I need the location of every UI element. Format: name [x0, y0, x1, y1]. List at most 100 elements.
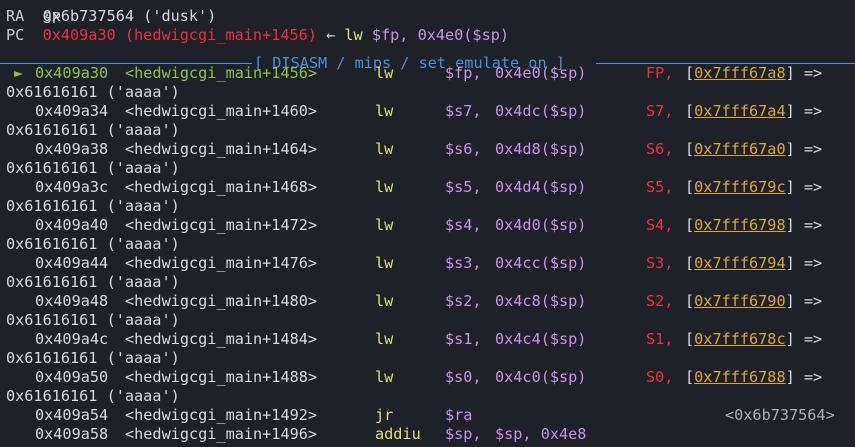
register-pc: PC 0x409a30 (hedwigcgi_main+1456) ← lw $… — [6, 26, 509, 45]
disasm-row: 0x409a3c <hedwigcgi_main+1468> lw $s5, 0x4d4… — [0, 178, 855, 197]
pointer-bracket-open: [ — [685, 140, 695, 158]
instr-mnemonic: lw — [375, 140, 394, 158]
instr-address: 0x409a30 — [35, 64, 109, 82]
deref-arrow: => — [803, 254, 823, 272]
instr-operand-reg: $s5, — [445, 178, 482, 196]
disasm-row: 0x409a54 <hedwigcgi_main+1492> jr $ra <0x6b7… — [0, 406, 855, 425]
emulated-pointer-wrap: [0x7fff67a0] => — [685, 140, 822, 159]
instr-address: 0x409a50 — [35, 368, 109, 386]
pointer-bracket-close: ] — [785, 216, 804, 234]
instr-mnemonic: lw — [375, 102, 394, 120]
instr-address: 0x409a44 — [35, 254, 109, 272]
pointer-bracket-close: ] — [785, 368, 804, 386]
instr-operand-reg: $s3, — [445, 254, 482, 272]
dereferenced-value: 0x61616161 ('aaaa') — [6, 311, 180, 329]
disasm-row: 0x409a44 <hedwigcgi_main+1476> lw $s3, 0x4cc… — [0, 254, 855, 273]
emulated-pointer-wrap: [0x7fff6790] => — [685, 292, 822, 311]
instr-operand-reg: $s4, — [445, 216, 482, 234]
pointer-bracket-close: ] — [785, 292, 804, 310]
emulated-pointer-address: 0x7fff6790 — [694, 292, 786, 310]
instr-operand-reg: $sp, — [445, 425, 482, 443]
pointer-bracket-open: [ — [685, 330, 695, 348]
pointer-bracket-close: ] — [785, 178, 804, 196]
disasm-row-value: 0x61616161 ('aaaa') — [6, 83, 180, 102]
instr-operand-mem: 0x4c8($sp) — [495, 292, 587, 310]
emulated-pointer-wrap: [0x7fff6798] => — [685, 216, 822, 235]
instr-mnemonic: lw — [375, 64, 394, 82]
instr-operand-mem: 0x4c0($sp) — [495, 368, 587, 386]
disasm-row: 0x409a40 <hedwigcgi_main+1472> lw $s4, 0x4d0… — [0, 216, 855, 235]
deref-arrow: => — [803, 292, 823, 310]
emulated-register: S5, — [646, 178, 674, 196]
emulated-pointer-address: 0x7fff679c — [694, 178, 786, 196]
instr-operand-mem: 0x4c4($sp) — [495, 330, 587, 348]
instr-address: 0x409a38 — [35, 140, 109, 158]
pointer-bracket-open: [ — [685, 368, 695, 386]
emulated-pointer-address: 0x7fff67a4 — [694, 102, 786, 120]
instr-operand-reg: $s0, — [445, 368, 482, 386]
instr-address: 0x409a58 — [35, 425, 109, 443]
instr-symbol: <hedwigcgi_main+1492> — [125, 406, 318, 424]
emulated-pointer-address: 0x7fff6788 — [694, 368, 786, 386]
instr-symbol: <hedwigcgi_main+1472> — [125, 216, 318, 234]
instr-symbol: <hedwigcgi_main+1460> — [125, 102, 318, 120]
instr-operand-mem: 0x4e0($sp) — [495, 64, 587, 82]
current-instruction-marker-icon: ► — [14, 64, 24, 82]
disasm-row-value: 0x61616161 ('aaaa') — [6, 349, 180, 368]
dereferenced-value: 0x61616161 ('aaaa') — [6, 159, 180, 177]
instr-mnemonic: lw — [375, 292, 394, 310]
instr-symbol: <hedwigcgi_main+1484> — [125, 330, 318, 348]
pointer-bracket-open: [ — [685, 64, 695, 82]
pointer-bracket-open: [ — [685, 102, 695, 120]
disasm-row: 0x409a48 <hedwigcgi_main+1480> lw $s2, 0x4c8… — [0, 292, 855, 311]
disasm-row-value: 0x61616161 ('aaaa') — [6, 387, 180, 406]
disasm-row: 0x409a34 <hedwigcgi_main+1460> lw $s7, 0x4dc… — [0, 102, 855, 121]
register-pc-ops-rest: 0x4e0($sp) — [417, 26, 509, 44]
emulated-pointer-address: 0x7fff6798 — [694, 216, 786, 234]
instr-symbol: <hedwigcgi_main+1496> — [125, 425, 318, 443]
instr-address: 0x409a48 — [35, 292, 109, 310]
register-pc-label: PC — [6, 26, 25, 44]
emulated-register: S2, — [646, 292, 674, 310]
emulated-pointer-wrap: [0x7fff67a4] => — [685, 102, 822, 121]
disasm-row: 0x409a58 <hedwigcgi_main+1496> addiu $sp, $s… — [0, 425, 855, 444]
instr-operand-reg: $fp, — [445, 64, 482, 82]
instr-operand-mem: 0x4d4($sp) — [495, 178, 587, 196]
emulated-register: S6, — [646, 140, 674, 158]
emulated-pointer-address: 0x7fff678c — [694, 330, 786, 348]
instr-mnemonic: jr — [375, 406, 394, 424]
instr-address: 0x409a4c — [35, 330, 109, 348]
emulated-register: S0, — [646, 368, 674, 386]
dereferenced-value: 0x61616161 ('aaaa') — [6, 387, 180, 405]
pointer-bracket-open: [ — [685, 178, 695, 196]
instr-symbol: <hedwigcgi_main+1476> — [125, 254, 318, 272]
disasm-row-value: 0x61616161 ('aaaa') — [6, 311, 180, 330]
terminal-window: SP RA 0x6b737564 ('dusk') PC 0x409a30 (h… — [0, 0, 855, 447]
pointer-bracket-close: ] — [785, 140, 804, 158]
instr-operand-reg: $s6, — [445, 140, 482, 158]
emulated-pointer-wrap: [0x7fff679c] => — [685, 178, 822, 197]
register-ra: RA 0x6b737564 ('dusk') — [6, 7, 216, 26]
instr-operand-mem: 0x4d8($sp) — [495, 140, 587, 158]
emulated-pointer-wrap: [0x7fff6788] => — [685, 368, 822, 387]
disasm-row-value: 0x61616161 ('aaaa') — [6, 121, 180, 140]
deref-arrow: => — [803, 140, 823, 158]
instr-symbol: <hedwigcgi_main+1468> — [125, 178, 318, 196]
deref-arrow: => — [803, 216, 823, 234]
instr-symbol: <hedwigcgi_main+1488> — [125, 368, 318, 386]
emulated-pointer-address: 0x7fff67a0 — [694, 140, 786, 158]
emulated-register: S1, — [646, 330, 674, 348]
disasm-row: 0x409a38 <hedwigcgi_main+1464> lw $s6, 0x4d8… — [0, 140, 855, 159]
emulated-pointer-address: 0x7fff6794 — [694, 254, 786, 272]
register-pc-instr: lw — [344, 26, 363, 44]
instr-operand-reg: $s2, — [445, 292, 482, 310]
instr-symbol: <hedwigcgi_main+1464> — [125, 140, 318, 158]
pointer-bracket-close: ] — [785, 330, 804, 348]
emulated-register: FP, — [646, 64, 674, 82]
instr-operand-reg: $s1, — [445, 330, 482, 348]
register-pc-ops-reg: $fp, — [371, 26, 409, 44]
instr-mnemonic: addiu — [375, 425, 421, 443]
dereferenced-value: 0x61616161 ('aaaa') — [6, 273, 180, 291]
disasm-row: ► 0x409a30 <hedwigcgi_main+1456> lw $fp, 0x4e… — [0, 64, 855, 83]
instr-operand-reg: $ra — [445, 406, 473, 424]
